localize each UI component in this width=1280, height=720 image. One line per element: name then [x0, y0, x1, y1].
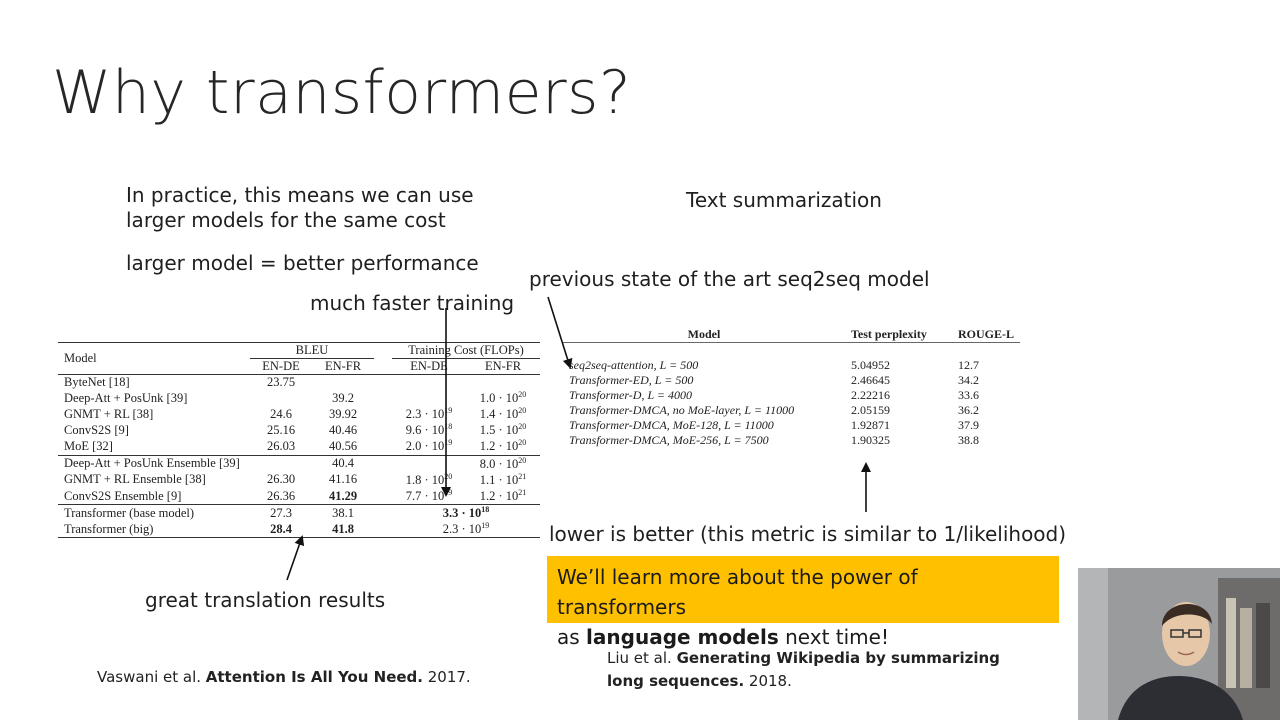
presenter-image — [1078, 568, 1280, 720]
webcam-video — [1078, 568, 1280, 720]
translation-results-arrow — [286, 535, 305, 581]
seq2seq-arrow — [547, 296, 573, 369]
